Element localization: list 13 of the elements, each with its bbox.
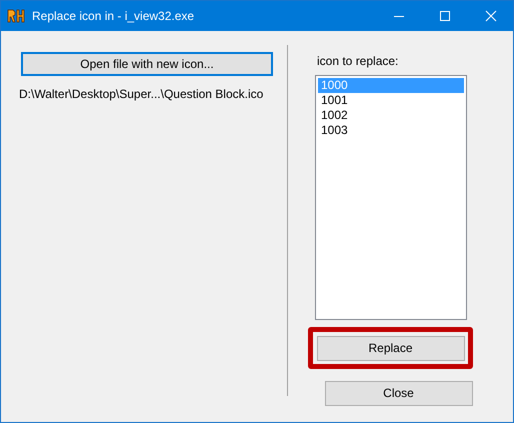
- close-button[interactable]: Close: [324, 380, 472, 406]
- list-item[interactable]: 1001: [318, 93, 464, 108]
- app-logo-icon: [7, 8, 25, 24]
- close-icon[interactable]: [483, 8, 499, 24]
- icon-list[interactable]: 1000 1001 1002 1003: [315, 75, 467, 320]
- replace-button[interactable]: Replace: [316, 336, 464, 360]
- list-item[interactable]: 1003: [318, 123, 464, 138]
- window-title: Replace icon in - i_view32.exe: [32, 9, 196, 23]
- open-file-button[interactable]: Open file with new icon...: [21, 52, 273, 76]
- list-item[interactable]: 1002: [318, 108, 464, 123]
- file-path: D:\Walter\Desktop\Super...\Question Block.ico: [19, 87, 264, 101]
- maximize-icon[interactable]: [437, 8, 453, 24]
- list-label: icon to replace:: [317, 54, 400, 68]
